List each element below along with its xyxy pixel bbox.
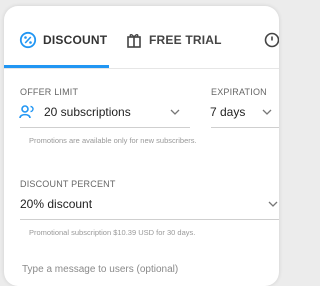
offer-limit-helper: Promotions are available only for new su… bbox=[29, 136, 197, 145]
discount-badge-icon bbox=[19, 31, 37, 49]
expiration-label: EXPIRATION bbox=[211, 87, 267, 97]
discount-percent-value: 20% discount bbox=[20, 197, 93, 211]
clock-icon bbox=[263, 31, 279, 49]
chevron-down-icon bbox=[268, 201, 278, 207]
tab-free-trial-label: FREE TRIAL bbox=[149, 33, 222, 47]
offer-limit-underline bbox=[20, 127, 190, 128]
message-input[interactable]: Type a message to users (optional) bbox=[22, 264, 178, 275]
expiration-underline bbox=[211, 127, 279, 128]
chevron-down-icon bbox=[170, 109, 180, 115]
tabs-divider bbox=[4, 68, 279, 69]
tab-more[interactable] bbox=[263, 29, 279, 51]
tab-discount-label: DISCOUNT bbox=[43, 33, 108, 47]
discount-percent-underline bbox=[20, 219, 279, 220]
discount-percent-label: DISCOUNT PERCENT bbox=[20, 179, 116, 189]
expiration-select[interactable]: 7 days bbox=[210, 102, 279, 122]
tab-free-trial[interactable]: FREE TRIAL bbox=[125, 29, 222, 51]
expiration-value: 7 days bbox=[210, 105, 246, 119]
offer-limit-value: 20 subscriptions bbox=[44, 105, 131, 119]
promotion-tabs: DISCOUNT FREE TRIAL bbox=[4, 6, 279, 70]
chevron-down-icon bbox=[262, 109, 272, 115]
offer-limit-select[interactable]: 20 subscriptions bbox=[18, 102, 188, 122]
promotion-card: DISCOUNT FREE TRIAL OFFER LIMIT 20 subsc… bbox=[4, 6, 279, 286]
discount-percent-select[interactable]: 20% discount bbox=[20, 194, 279, 214]
discount-percent-helper: Promotional subscription $10.39 USD for … bbox=[29, 228, 196, 237]
offer-limit-label: OFFER LIMIT bbox=[20, 87, 79, 97]
gift-box-icon bbox=[125, 31, 143, 49]
tab-discount[interactable]: DISCOUNT bbox=[19, 29, 107, 51]
people-icon bbox=[18, 103, 36, 121]
